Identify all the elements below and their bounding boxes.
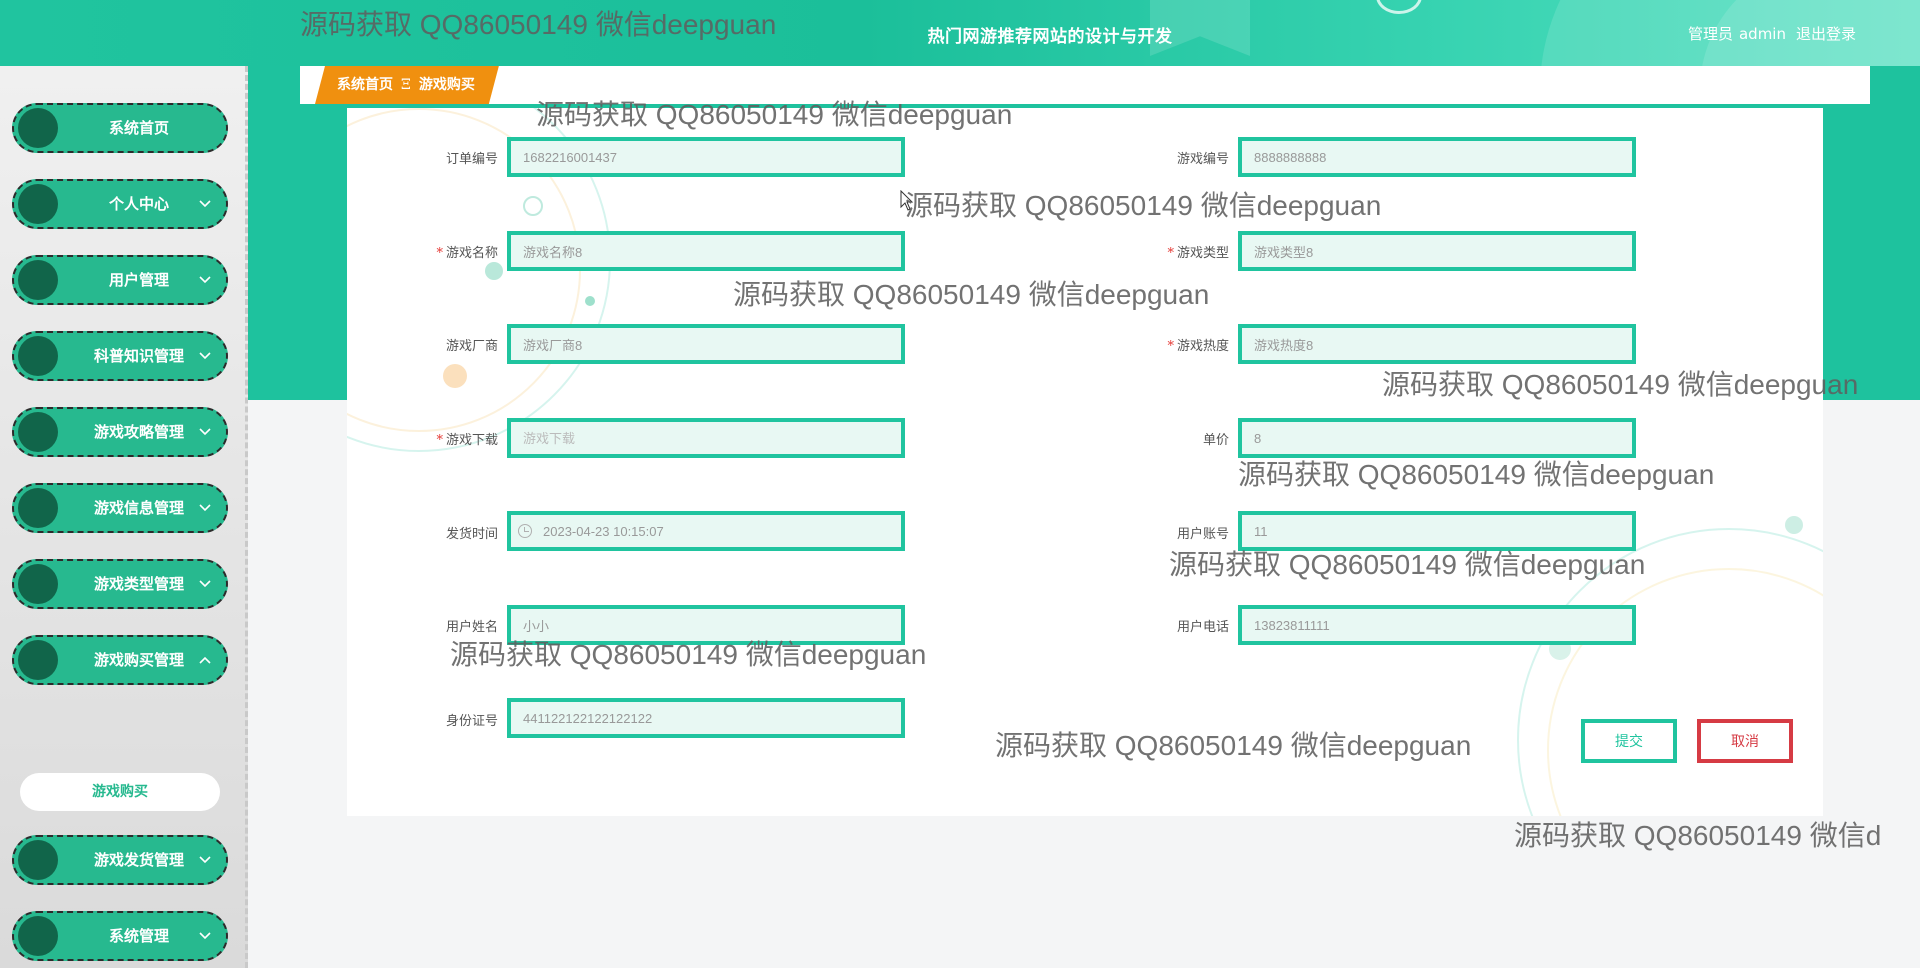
header-knob-decor bbox=[1376, 0, 1422, 14]
decor-bubble bbox=[443, 364, 467, 388]
sidebar-item-label: 游戏攻略管理 bbox=[93, 423, 184, 441]
ship-time-label: 发货时间 bbox=[445, 527, 498, 542]
game-name-input[interactable] bbox=[507, 231, 905, 271]
menu-dot-icon bbox=[18, 916, 58, 956]
game-name-label: * 游戏名称 bbox=[436, 246, 498, 261]
sidebar-item-game-types[interactable]: 游戏类型管理 bbox=[12, 559, 228, 609]
decor-bubble bbox=[485, 262, 503, 280]
menu-dot-icon bbox=[18, 564, 58, 604]
top-header: 热门网游推荐网站的设计与开发 管理员 admin 退出登录 bbox=[0, 0, 1920, 66]
download-label: * 游戏下载 bbox=[436, 433, 498, 448]
menu-dot-icon bbox=[18, 412, 58, 452]
heat-input[interactable] bbox=[1238, 324, 1636, 364]
chevron-down-icon bbox=[199, 352, 211, 360]
chevron-down-icon bbox=[199, 580, 211, 588]
sidebar-item-game-info[interactable]: 游戏信息管理 bbox=[12, 483, 228, 533]
sidebar-item-science-knowledge[interactable]: 科普知识管理 bbox=[12, 331, 228, 381]
cancel-button[interactable]: 取消 bbox=[1697, 719, 1793, 763]
chevron-up-icon bbox=[199, 656, 211, 664]
menu-dot-icon bbox=[18, 336, 58, 376]
chevron-down-icon bbox=[199, 200, 211, 208]
breadcrumb-home[interactable]: 系统首页 bbox=[337, 77, 393, 93]
clock-icon bbox=[518, 524, 532, 538]
price-input[interactable] bbox=[1238, 418, 1636, 458]
id-card-input[interactable] bbox=[507, 698, 905, 738]
order-no-label: 订单编号 bbox=[445, 152, 498, 167]
decor-ring bbox=[523, 196, 543, 216]
logout-link[interactable]: 退出登录 bbox=[1796, 25, 1856, 43]
vendor-input[interactable] bbox=[507, 324, 905, 364]
sidebar-item-home[interactable]: 系统首页 bbox=[12, 103, 228, 153]
mouse-cursor-icon bbox=[900, 190, 914, 211]
submit-button[interactable]: 提交 bbox=[1581, 719, 1677, 763]
id-card-label: 身份证号 bbox=[445, 714, 498, 729]
order-no-input[interactable] bbox=[507, 137, 905, 177]
menu-dot-icon bbox=[18, 488, 58, 528]
chevron-down-icon bbox=[199, 932, 211, 940]
menu-dot-icon bbox=[18, 260, 58, 300]
sidebar-item-label: 系统首页 bbox=[108, 119, 169, 137]
sidebar-item-label: 游戏发货管理 bbox=[93, 851, 184, 869]
breadcrumb-separator-icon: Ξ bbox=[401, 77, 411, 93]
user-name-label: 用户姓名 bbox=[445, 620, 498, 635]
watermark: 源码获取 QQ86050149 微信d bbox=[1514, 820, 1882, 851]
sidebar-item-game-guides[interactable]: 游戏攻略管理 bbox=[12, 407, 228, 457]
sidebar-item-user-management[interactable]: 用户管理 bbox=[12, 255, 228, 305]
required-asterisk: * bbox=[436, 246, 443, 261]
sidebar-item-label: 游戏信息管理 bbox=[93, 499, 184, 517]
user-name-input[interactable] bbox=[507, 605, 905, 645]
user-role: 管理员 bbox=[1687, 25, 1733, 43]
menu-dot-icon bbox=[18, 640, 58, 680]
sidebar-item-game-shipping[interactable]: 游戏发货管理 bbox=[12, 835, 228, 885]
sidebar-item-game-purchase[interactable]: 游戏购买管理 bbox=[12, 635, 228, 685]
sidebar: 系统首页 个人中心 用户管理 科普知识管理 游戏攻略管理 游戏信息管理 游戏类型… bbox=[0, 66, 248, 968]
user-account-input[interactable] bbox=[1238, 511, 1636, 551]
user-area: 管理员 admin 退出登录 bbox=[1678, 23, 1856, 44]
site-title: 热门网游推荐网站的设计与开发 bbox=[927, 27, 1173, 47]
vendor-label: 游戏厂商 bbox=[445, 339, 498, 354]
decor-bubble bbox=[1785, 516, 1803, 534]
sidebar-item-label: 科普知识管理 bbox=[93, 347, 184, 365]
game-type-input[interactable] bbox=[1238, 231, 1636, 271]
sidebar-item-label: 个人中心 bbox=[108, 195, 169, 213]
required-asterisk: * bbox=[436, 433, 443, 448]
sidebar-item-label: 游戏购买管理 bbox=[93, 651, 184, 669]
chevron-down-icon bbox=[199, 856, 211, 864]
game-type-label: * 游戏类型 bbox=[1167, 246, 1229, 261]
game-no-label: 游戏编号 bbox=[1176, 152, 1229, 167]
ship-time-input[interactable] bbox=[507, 511, 905, 551]
breadcrumb-current: 游戏购买 bbox=[418, 77, 475, 93]
sidebar-subitem-game-purchase[interactable]: 游戏购买 bbox=[20, 773, 220, 811]
heat-label: * 游戏热度 bbox=[1167, 339, 1229, 354]
decor-bubble bbox=[585, 296, 595, 306]
breadcrumb-bar bbox=[300, 66, 1870, 104]
sidebar-item-system-management[interactable]: 系统管理 bbox=[12, 911, 228, 961]
required-asterisk: * bbox=[1167, 339, 1174, 354]
sidebar-item-label: 用户管理 bbox=[108, 271, 169, 289]
menu-dot-icon bbox=[18, 184, 58, 224]
chevron-down-icon bbox=[199, 428, 211, 436]
chevron-down-icon bbox=[199, 276, 211, 284]
sidebar-item-personal-center[interactable]: 个人中心 bbox=[12, 179, 228, 229]
price-label: 单价 bbox=[1202, 433, 1229, 448]
game-no-input[interactable] bbox=[1238, 137, 1636, 177]
sidebar-item-label: 系统管理 bbox=[108, 927, 169, 945]
breadcrumb: 系统首页 Ξ 游戏购买 bbox=[315, 66, 499, 104]
user-account-label: 用户账号 bbox=[1176, 527, 1229, 542]
download-input[interactable] bbox=[507, 418, 905, 458]
menu-dot-icon bbox=[18, 840, 58, 880]
sidebar-item-label: 游戏类型管理 bbox=[93, 575, 184, 593]
menu-dot-icon bbox=[18, 108, 58, 148]
username: admin bbox=[1738, 25, 1786, 43]
chevron-down-icon bbox=[199, 504, 211, 512]
user-phone-input[interactable] bbox=[1238, 605, 1636, 645]
required-asterisk: * bbox=[1167, 246, 1174, 261]
user-phone-label: 用户电话 bbox=[1176, 620, 1229, 635]
